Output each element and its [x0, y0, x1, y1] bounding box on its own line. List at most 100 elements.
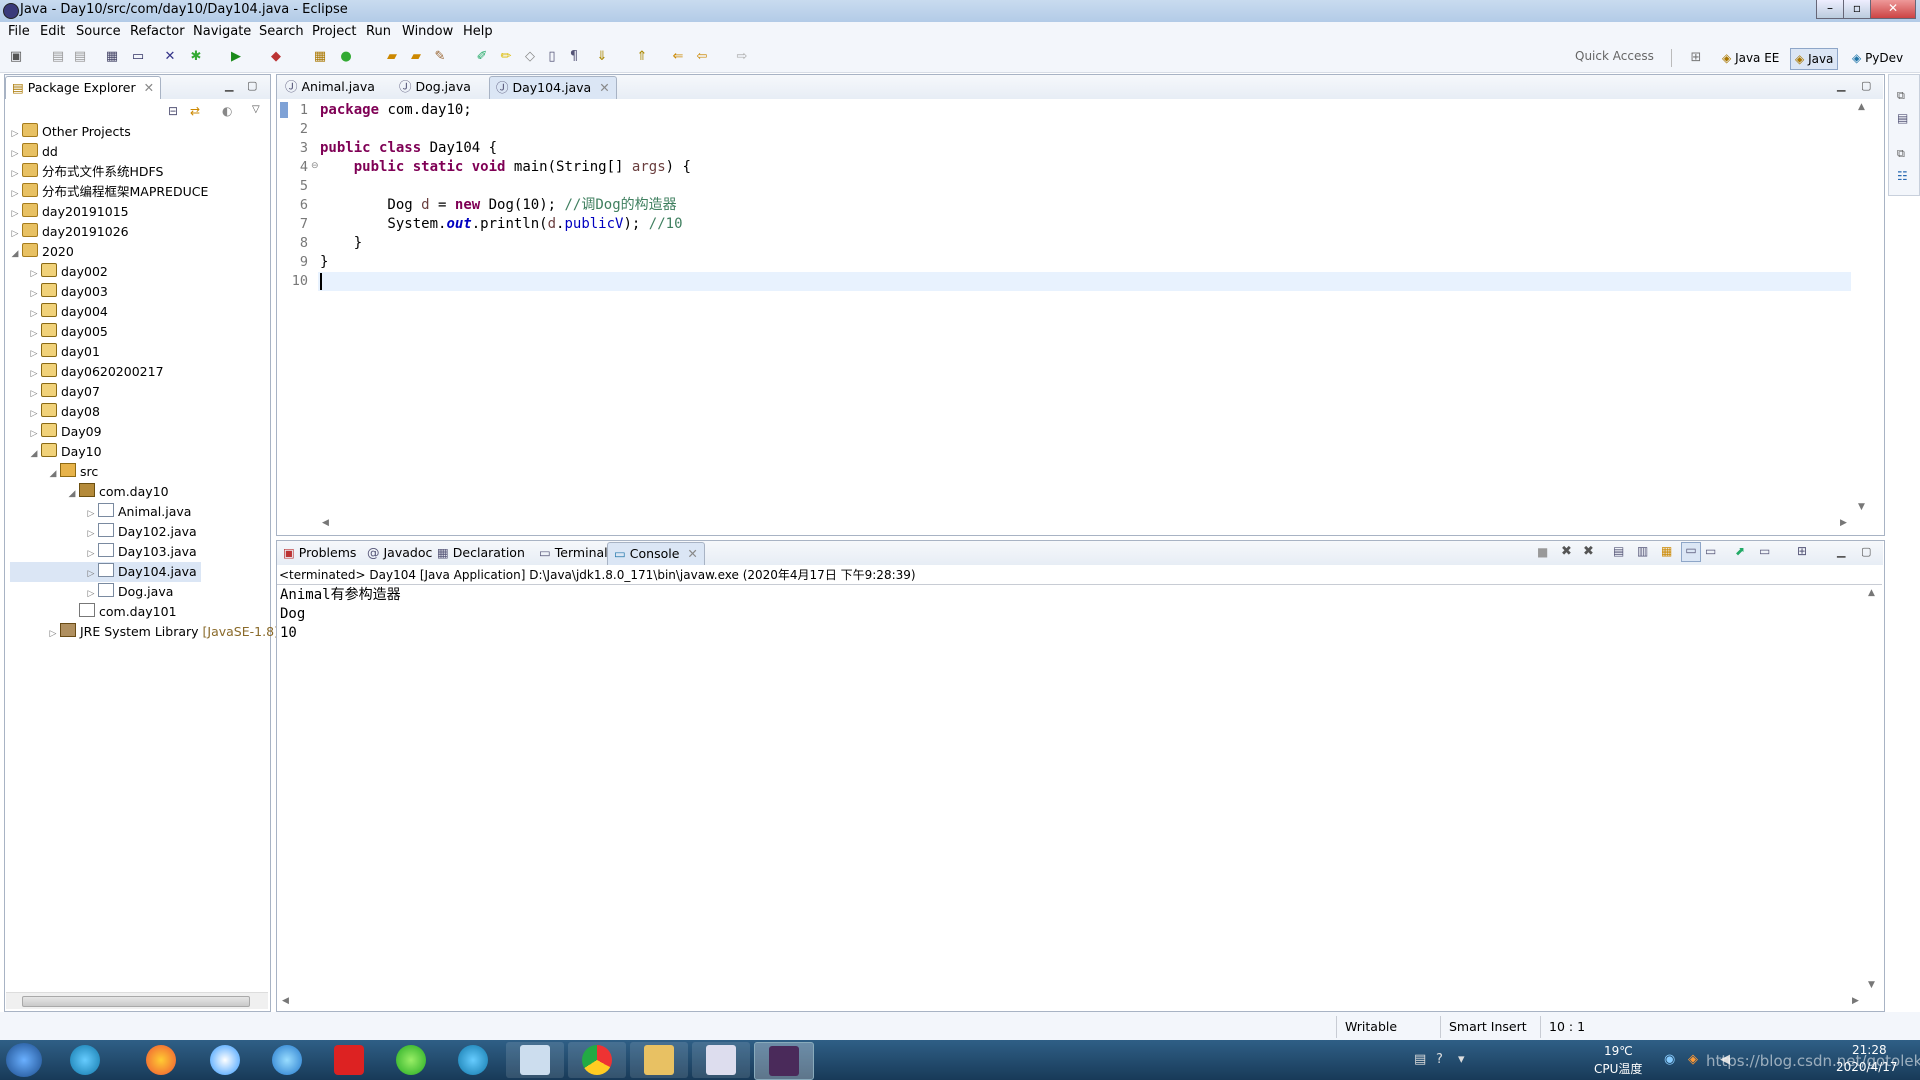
scroll-left-icon[interactable]: ◀ [282, 996, 289, 1006]
clock-time[interactable]: 21:28 [1852, 1043, 1887, 1057]
show-whitespace-icon[interactable]: ▯ [544, 49, 560, 65]
tree-item[interactable]: ▷ 分布式文件系统HDFS [10, 162, 268, 182]
scroll-up-icon[interactable]: ▲ [1858, 102, 1865, 112]
search-tool-icon[interactable]: ✎ [432, 49, 448, 65]
close-icon[interactable]: ✕ [687, 546, 697, 561]
open-type-icon[interactable]: ▰ [384, 49, 400, 65]
menu-project[interactable]: Project [312, 24, 356, 39]
taskbar-eclipse[interactable] [754, 1042, 814, 1080]
external-tools-icon[interactable]: ◆ [268, 49, 284, 65]
code-line[interactable] [320, 120, 691, 139]
taskbar-baidu[interactable] [196, 1042, 254, 1078]
console-output[interactable]: Animal有参构造器 Dog 10 [280, 586, 401, 643]
menu-file[interactable]: File [8, 24, 30, 39]
bluetooth-tray-icon[interactable]: ▾ [1458, 1052, 1465, 1067]
scroll-up-icon[interactable]: ▲ [1868, 588, 1875, 598]
tree-item[interactable]: ▷ day003 [10, 282, 268, 302]
prev-annotation-icon[interactable]: ⇑ [634, 49, 650, 65]
package-explorer-tab[interactable]: ▤ Package Explorer ✕ [5, 76, 162, 99]
tree-expand-icon[interactable]: ◢ [29, 444, 39, 464]
explorer-h-scrollbar[interactable] [6, 992, 268, 1009]
minimize-view-icon[interactable]: ▁ [225, 79, 233, 92]
menu-run[interactable]: Run [366, 24, 391, 39]
maximize-view-icon[interactable]: ▢ [1861, 79, 1871, 92]
save-icon[interactable]: ▤ [50, 49, 66, 65]
run-icon[interactable]: ▶ [228, 49, 244, 65]
tree-expand-icon[interactable]: ▷ [86, 524, 96, 544]
minimize-view-icon[interactable]: ▁ [1837, 79, 1845, 92]
tab-dog-java[interactable]: Ⓙ Dog.java [393, 76, 477, 98]
link-with-editor-icon[interactable]: ⇄ [190, 104, 200, 118]
tree-expand-icon[interactable]: ▷ [10, 224, 20, 244]
task-list-icon[interactable]: ▤ [1897, 111, 1908, 125]
tree-item[interactable]: ▷ day01 [10, 342, 268, 362]
restore-icon[interactable]: ⧉ [1897, 89, 1905, 103]
tree-item[interactable]: ▷ 分布式编程框架MAPREDUCE [10, 182, 268, 202]
remove-all-launches-icon[interactable]: ✖ [1583, 544, 1594, 559]
menu-refactor[interactable]: Refactor [130, 24, 185, 39]
taskbar-chrome[interactable] [568, 1042, 626, 1078]
tree-item[interactable]: ▷ day08 [10, 402, 268, 422]
tree-expand-icon[interactable]: ▷ [29, 324, 39, 344]
code-line[interactable]: package com.day10; [320, 101, 691, 120]
show-on-stderr-icon[interactable]: ▭ [1705, 544, 1716, 558]
tree-expand-icon[interactable]: ◢ [48, 464, 58, 484]
open-perspective-icon[interactable]: ⊞ [1688, 50, 1704, 66]
last-edit-icon[interactable]: ⇐ [670, 49, 686, 65]
menu-help[interactable]: Help [463, 24, 493, 39]
close-icon[interactable]: ✕ [144, 80, 154, 95]
tree-expand-icon[interactable]: ▷ [86, 504, 96, 524]
scroll-right-icon[interactable]: ▶ [1852, 996, 1859, 1006]
fold-toggle-icon[interactable]: ⊖ [311, 161, 319, 171]
menu-source[interactable]: Source [76, 24, 121, 39]
minimize-view-icon[interactable]: ▁ [1837, 545, 1845, 558]
code-area[interactable]: package com.day10; public class Day104 { … [320, 101, 691, 291]
taskbar-notepad[interactable] [692, 1042, 750, 1078]
tree-item[interactable]: ▷ day0620200217 [10, 362, 268, 382]
explorer-h-scroll-thumb[interactable] [22, 996, 250, 1007]
taskbar-cloud[interactable] [258, 1042, 316, 1078]
new-package-icon[interactable]: ▦ [312, 49, 328, 65]
tab-day104-java[interactable]: Ⓙ Day104.java ✕ [489, 76, 617, 99]
scroll-down-icon[interactable]: ▼ [1868, 980, 1875, 990]
tree-item[interactable]: ▷ day20191026 [10, 222, 268, 242]
tree-expand-icon[interactable]: ▷ [10, 204, 20, 224]
tree-expand-icon[interactable]: ▷ [86, 584, 96, 604]
tree-expand-icon[interactable]: ▷ [29, 264, 39, 284]
network-tray-icon[interactable]: ◉ [1664, 1052, 1675, 1067]
taskbar-youdao[interactable] [320, 1042, 378, 1078]
tree-item[interactable]: ◢ 2020 [10, 242, 268, 262]
tree-expand-icon[interactable]: ▷ [29, 384, 39, 404]
clear-console-icon[interactable]: ▤ [1613, 544, 1624, 558]
code-line[interactable]: Dog d = new Dog(10); //调Dog的构造器 [320, 196, 691, 215]
tree-expand-icon[interactable]: ▷ [29, 424, 39, 444]
tree-expand-icon[interactable]: ▷ [10, 124, 20, 144]
quick-access-input[interactable]: Quick Access [1575, 49, 1672, 67]
tab-animal-java[interactable]: Ⓙ Animal.java [279, 76, 381, 98]
security-tray-icon[interactable]: ◈ [1688, 1052, 1698, 1067]
tree-item[interactable]: ▷ Animal.java [10, 502, 268, 522]
show-on-stdout-icon[interactable]: ▭ [1681, 542, 1701, 562]
code-line[interactable]: System.out.println(d.publicV); //10 [320, 215, 691, 234]
restore-icon[interactable]: ⧉ [1897, 147, 1905, 161]
maximize-button[interactable]: ▫ [1843, 0, 1871, 19]
terminate-icon[interactable]: ■ [1537, 545, 1548, 559]
tree-item[interactable]: ▷ Dog.java [10, 582, 268, 602]
remove-launch-icon[interactable]: ✖ [1561, 544, 1572, 559]
perspective-java-ee[interactable]: ◈ Java EE [1718, 48, 1783, 68]
tab-problems[interactable]: ▣ Problems [277, 542, 362, 564]
next-annotation-icon[interactable]: ⇓ [594, 49, 610, 65]
view-menu-icon[interactable]: ▽ [252, 104, 260, 115]
tree-expand-icon[interactable]: ▷ [29, 344, 39, 364]
code-line[interactable]: } [320, 234, 691, 253]
outline-icon[interactable]: ☷ [1897, 169, 1908, 183]
collapse-all-icon[interactable]: ⊟ [168, 104, 178, 118]
start-button[interactable] [6, 1043, 42, 1077]
tree-expand-icon[interactable]: ▷ [29, 284, 39, 304]
menu-navigate[interactable]: Navigate [193, 24, 251, 39]
debug-icon[interactable]: ✱ [188, 49, 204, 65]
tree-expand-icon[interactable]: ▷ [10, 164, 20, 184]
taskbar-ie[interactable] [56, 1042, 114, 1078]
scroll-lock-icon[interactable]: ▥ [1637, 544, 1648, 558]
new-class-icon[interactable]: ● [338, 49, 354, 65]
